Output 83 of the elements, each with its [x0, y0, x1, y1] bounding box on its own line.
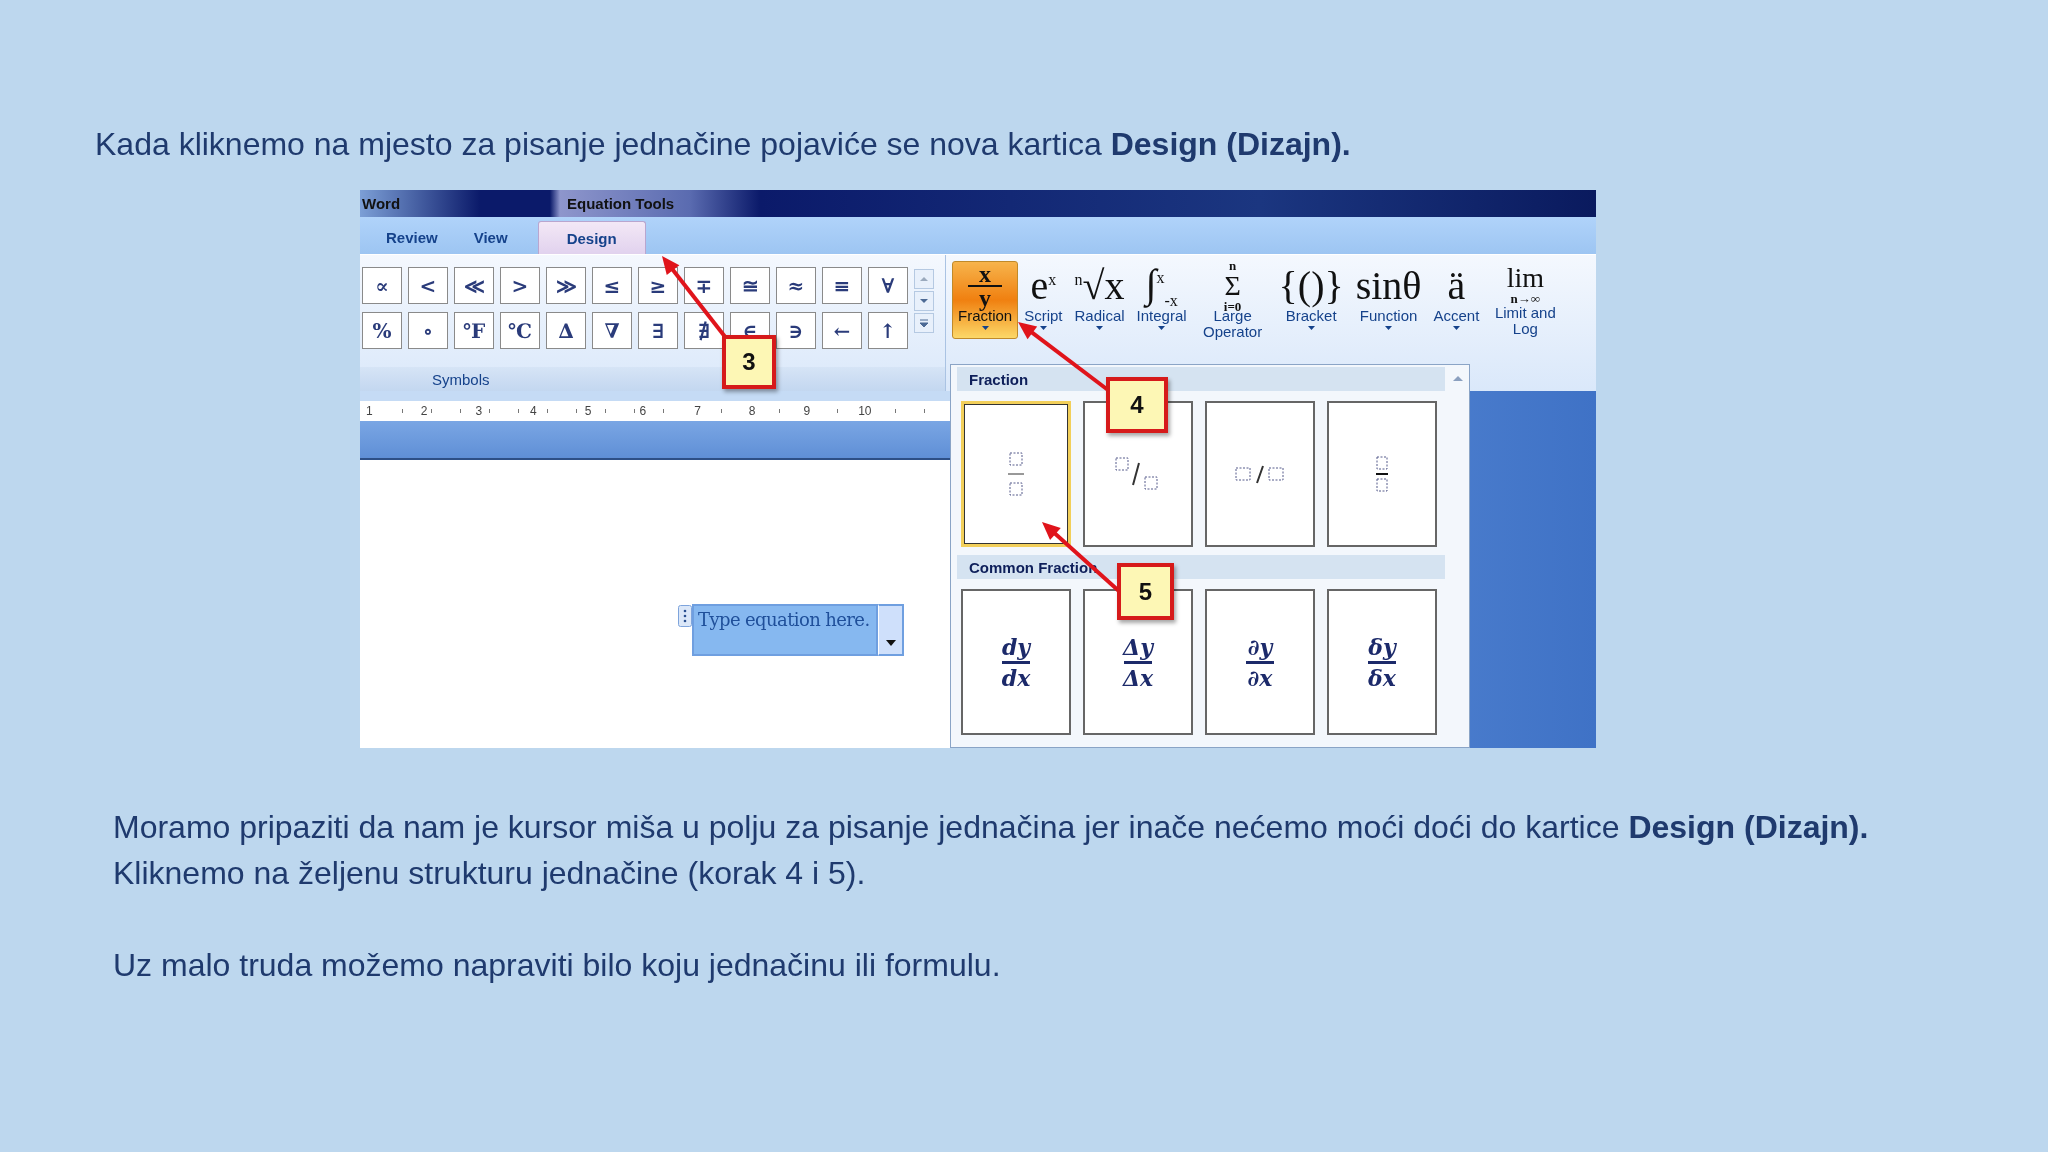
symbol-button[interactable]: ∃ [638, 312, 678, 349]
ruler-number: 5 [582, 404, 594, 418]
step-callout-tooltip: 4 [1106, 377, 1168, 433]
equation-menu-button[interactable] [878, 604, 904, 656]
ruler-number: 8 [746, 404, 758, 418]
stacked-fraction-icon [1008, 451, 1024, 497]
caret-icon [981, 326, 989, 330]
ribbon-tab[interactable]: Review [370, 221, 454, 254]
step-callout-tooltip: 5 [1117, 563, 1174, 620]
symbol-button[interactable]: ∄ [684, 312, 724, 349]
symbol-button[interactable]: ∓ [684, 267, 724, 304]
numerator: dy [1001, 634, 1031, 659]
body-text: Uz malo truda možemo napraviti bilo koju jednačinu ili formulu. [113, 946, 1002, 985]
app-title: Word [361, 195, 402, 212]
symbol-button[interactable]: ∝ [362, 267, 402, 304]
structure-button[interactable]: $^{n}$√x Radical [1068, 261, 1131, 339]
caret-icon [1307, 326, 1315, 330]
ribbon-tab[interactable]: Design [537, 221, 646, 254]
ruler-number: 1 [364, 404, 375, 418]
body-text: Moramo pripaziti da nam je kursor miša u polju za pisanje jednačina jer inače nećemo moći doći do kartice Design (Dizajn). [113, 808, 1870, 847]
symbol-button[interactable]: > [500, 267, 540, 304]
numerator: δy [1368, 634, 1396, 659]
structure-button[interactable]: sinθ Function [1349, 261, 1428, 339]
symbol-button[interactable]: ℃ [500, 312, 540, 349]
symbol-button[interactable]: ≅ [730, 267, 770, 304]
symbol-button[interactable]: ≈ [776, 267, 816, 304]
denominator: dx [1001, 665, 1031, 690]
symbol-button[interactable]: ℉ [454, 312, 494, 349]
more-icon[interactable] [914, 313, 934, 333]
skewed-fraction-icon [1115, 457, 1161, 491]
linear-fraction-icon [1235, 464, 1285, 484]
ruler-number: 10 [856, 404, 874, 418]
ruler-number: 3 [473, 404, 485, 418]
gallery-tile[interactable] [1327, 401, 1437, 547]
structure-button[interactable]: lim n→∞ Limit and Log [1485, 261, 1566, 339]
structure-button[interactable]: ä Accent [1427, 261, 1486, 339]
gallery-tile[interactable]: dy dx [961, 589, 1071, 735]
symbol-button[interactable]: % [362, 312, 402, 349]
ruler-number: 2 [418, 404, 430, 418]
symbol-button[interactable]: ≤ [592, 267, 632, 304]
denominator: ∂x [1247, 665, 1273, 690]
heading-text: Kada kliknemo na mjesto za pisanje jednačine pojaviće se nova kartica Design (Dizajn). [95, 125, 1352, 164]
symbol-button[interactable]: < [408, 267, 448, 304]
symbol-button[interactable]: ≡ [822, 267, 862, 304]
structure-button[interactable]: n Σ i=0 Large Operator [1192, 261, 1273, 339]
symbol-button[interactable]: ∀ [868, 267, 908, 304]
caret-icon [1039, 326, 1047, 330]
symbol-button[interactable]: ∘ [408, 312, 448, 349]
caret-icon [1158, 326, 1166, 330]
body-text: Kliknemo na željenu strukturu jednačine (korak 4 i 5). [113, 854, 867, 893]
caret-icon [1096, 326, 1104, 330]
numerator: Δy [1123, 634, 1153, 659]
symbol-button[interactable]: ≥ [638, 267, 678, 304]
small-fraction-icon [1376, 456, 1388, 492]
denominator: δx [1368, 665, 1396, 690]
structure-button[interactable]: e$^{x}$ Script [1018, 261, 1069, 339]
ruler-number: 6 [637, 404, 649, 418]
symbol-button[interactable]: ← [822, 312, 862, 349]
scroll-down-icon[interactable] [914, 291, 934, 311]
symbol-button[interactable]: ∇ [592, 312, 632, 349]
context-title: Equation Tools [567, 195, 675, 212]
ruler-number: 9 [801, 404, 813, 418]
drag-handle-icon[interactable] [678, 605, 692, 627]
caret-icon [885, 640, 896, 646]
caret-icon [1452, 326, 1460, 330]
symbol-button[interactable]: ≪ [454, 267, 494, 304]
symbol-button[interactable]: ↑ [868, 312, 908, 349]
structure-button[interactable]: x y Fraction [952, 261, 1019, 339]
ruler-number: 7 [692, 404, 703, 418]
symbol-button[interactable]: ≫ [546, 267, 586, 304]
gallery-tile[interactable] [1205, 401, 1315, 547]
equation-field[interactable]: Type equation here. [692, 604, 878, 656]
symbol-button[interactable]: ∆ [546, 312, 586, 349]
denominator: Δx [1122, 665, 1154, 690]
gallery-tile[interactable]: ∂y ∂x [1205, 589, 1315, 735]
caret-icon [1385, 326, 1393, 330]
ribbon-tab[interactable]: View [457, 221, 524, 254]
gallery-tile[interactable]: δy δx [1327, 589, 1437, 735]
numerator: ∂y [1247, 634, 1273, 659]
structure-button[interactable]: {()} Bracket [1272, 261, 1350, 339]
symbol-button[interactable]: ∋ [776, 312, 816, 349]
ruler-number: 4 [528, 404, 539, 418]
section-header: Fraction [957, 367, 1445, 391]
